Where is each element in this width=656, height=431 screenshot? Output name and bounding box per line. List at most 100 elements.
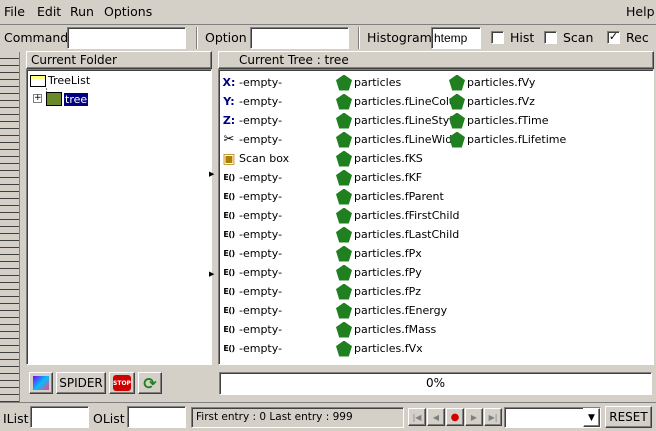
session-dropdown[interactable]: ▼ [504,407,601,428]
current-folder-header: Current Folder [26,51,212,69]
tree-entry[interactable]: E() -empty- [221,244,289,263]
leaf-icon [336,321,352,338]
menu-help[interactable]: Help [626,4,655,19]
entry-label: particles [354,76,402,89]
leaf-icon [336,245,352,262]
menu-run[interactable]: Run [70,4,94,19]
leaf-icon [336,302,352,319]
tree-node-label: TreeList [48,74,91,87]
entry-label: particles.fVy [467,76,536,89]
record-button[interactable]: ● [446,408,464,426]
next-entry-button[interactable]: ▶ [465,408,483,426]
tree-entry[interactable]: particles.fPx [336,244,463,263]
entry-label: particles.fParent [354,190,444,203]
leaf-icon [336,264,352,281]
tree-entry[interactable]: particles.fKF [336,168,463,187]
expression-icon: E() [223,325,235,334]
refresh-button[interactable]: ⟳ [138,372,162,394]
progress-bar: 0% [219,372,652,395]
tree-entry[interactable]: ✂ -empty- [221,130,289,149]
tree-entry[interactable]: particles.fPz [336,282,463,301]
tree-entry[interactable]: ▣ Scan box [221,149,289,168]
tree-node-treelist[interactable]: TreeList [30,74,90,87]
hist-checkbox[interactable] [491,31,504,44]
menu-file[interactable]: File [4,4,25,19]
tree-entry[interactable]: E() -empty- [221,320,289,339]
entry-label: particles.fLifetime [467,133,567,146]
spider-button[interactable]: SPIDER [56,372,106,394]
histogram-icon [33,376,49,390]
reset-button[interactable]: RESET [605,406,652,428]
stop-button[interactable]: STOP [109,372,135,394]
olist-input[interactable] [127,406,186,428]
expand-icon[interactable]: + [33,94,42,103]
tree-entry[interactable]: particles.fMass [336,320,463,339]
entry-label: particles.fKS [354,152,423,165]
tree-entry[interactable]: particles.fLifetime [449,130,566,149]
tree-entry[interactable]: E() -empty- [221,225,289,244]
tree-entry[interactable]: E() -empty- [221,206,289,225]
draw-icon-button[interactable] [29,372,53,394]
tree-entry[interactable]: particles.fKS [336,149,463,168]
entry-label: particles.fMass [354,323,437,336]
entry-label: particles.fLineColor [354,95,461,108]
entry-label: particles.fLastChild [354,228,460,241]
tree-entry[interactable]: particles.fLineWidth [336,130,463,149]
dropdown-arrow-icon[interactable]: ▼ [583,408,600,427]
alias-column: X: -empty- Y: -empty- Z: -empty- ✂ -empty- ▣ Scan… [221,73,289,358]
last-entry-button[interactable]: ▶| [484,408,502,426]
tree-node-tree[interactable]: tree [46,92,89,106]
toolbar: Command Option Histogram Hist Scan ✓ Rec [0,24,656,50]
tree-entry[interactable]: particles.fLineColor [336,92,463,111]
tree-entry[interactable]: particles.fParent [336,187,463,206]
histogram-input[interactable] [431,27,481,49]
tree-entry[interactable]: E() -empty- [221,301,289,320]
z-axis-icon: Z: [222,114,236,127]
option-input[interactable] [250,27,349,49]
ilist-label: IList [3,411,29,426]
command-label: Command [4,30,69,45]
tree-entry[interactable]: E() -empty- [221,187,289,206]
scan-checkbox[interactable] [544,31,557,44]
menu-options[interactable]: Options [104,4,152,19]
entry-label: -empty- [239,285,283,298]
tree-entry[interactable]: particles.fVy [449,73,566,92]
tree-entry[interactable]: E() -empty- [221,263,289,282]
menu-edit[interactable]: Edit [37,4,61,19]
refresh-icon: ⟳ [143,373,157,393]
tree-entry[interactable]: E() -empty- [221,339,289,358]
leaf-icon [336,207,352,224]
scan-box-icon: ▣ [222,150,236,167]
ilist-input[interactable] [30,406,89,428]
tree-entry[interactable]: particles.fTime [449,111,566,130]
tree-entry[interactable]: X: -empty- [221,73,289,92]
first-entry-button[interactable]: |◀ [408,408,426,426]
tree-entry[interactable]: particles.fLastChild [336,225,463,244]
tree-entry[interactable]: particles.fEnergy [336,301,463,320]
tree-entry[interactable]: particles.fFirstChild [336,206,463,225]
tree-entry[interactable]: Z: -empty- [221,111,289,130]
splitter-arrow-icon[interactable]: ▶ [209,170,214,178]
folder-tree-panel: TreeList + tree [26,69,212,365]
tree-entry[interactable]: E() -empty- [221,282,289,301]
toolbar-separator [196,27,198,49]
tree-entry[interactable]: particles [336,73,463,92]
tree-entry[interactable]: particles.fPy [336,263,463,282]
previous-entry-button[interactable]: ◀ [427,408,445,426]
entry-label: particles.fEnergy [354,304,448,317]
tree-entry[interactable]: particles.fVz [449,92,566,111]
tree-entry[interactable]: particles.fLineStyle [336,111,463,130]
leaf-column-2: particles.fVy particles.fVz particles.fTim… [449,73,566,149]
tree-icon [46,92,62,106]
entry-label: -empty- [239,247,283,260]
vertical-ruler[interactable] [0,52,20,402]
tree-entry[interactable]: Y: -empty- [221,92,289,111]
leaf-icon [336,283,352,300]
command-input[interactable] [67,27,186,49]
entry-label: particles.fPx [354,247,422,260]
splitter-arrow-icon[interactable]: ▶ [209,270,214,278]
entry-range-status: First entry : 0 Last entry : 999 [191,407,404,428]
rec-checkbox[interactable]: ✓ [607,31,620,44]
tree-entry[interactable]: particles.fVx [336,339,463,358]
tree-entry[interactable]: E() -empty- [221,168,289,187]
